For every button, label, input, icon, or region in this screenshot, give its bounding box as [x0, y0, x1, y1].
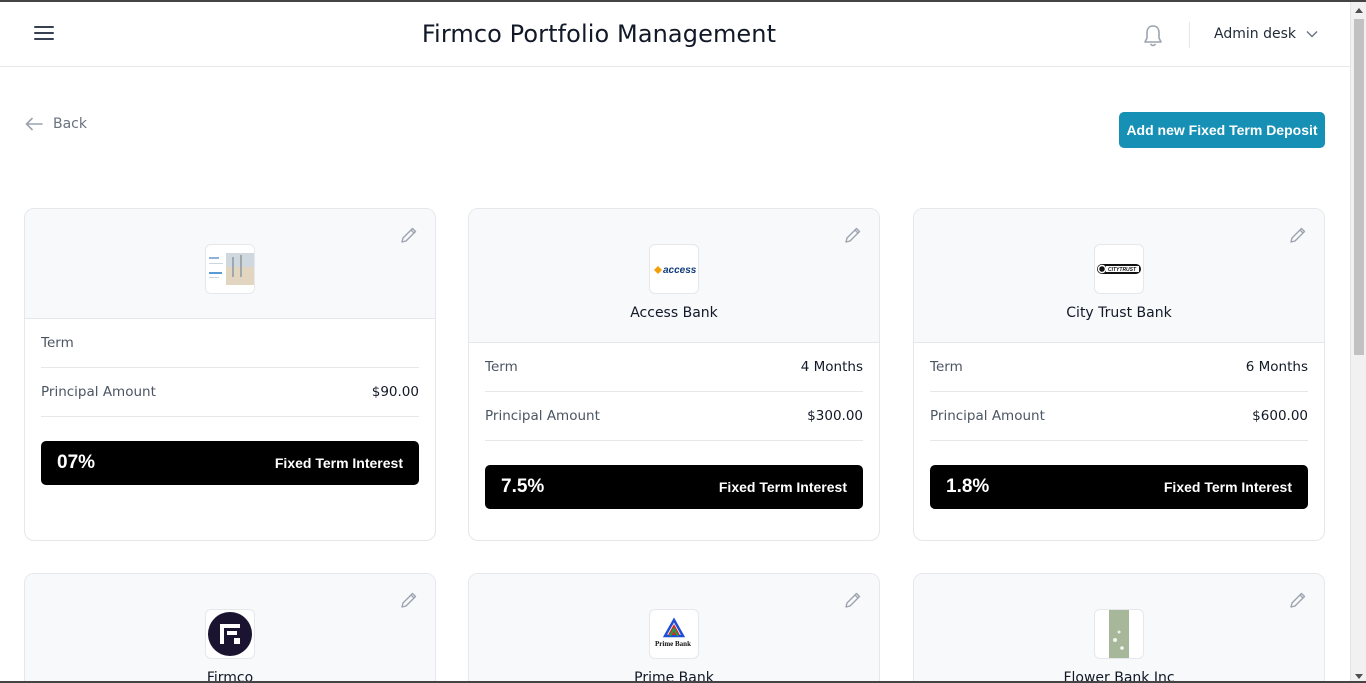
card-header: Firmco: [25, 574, 435, 683]
pencil-icon[interactable]: [1288, 225, 1308, 245]
access-logo-text: access: [663, 265, 697, 276]
term-value: 6 Months: [1245, 359, 1308, 375]
bank-logo: access: [649, 244, 699, 294]
pencil-icon[interactable]: [399, 225, 419, 245]
principal-label: Principal Amount: [485, 408, 600, 424]
principal-row: Principal Amount $300.00: [485, 392, 863, 441]
back-link[interactable]: Back: [25, 116, 87, 132]
term-row: Term: [41, 319, 419, 368]
interest-label: Fixed Term Interest: [1163, 479, 1292, 495]
app-frame: Firmco Portfolio Management Admin desk B…: [0, 0, 1366, 683]
deposit-card: access Access Bank Term 4 Months Princip…: [468, 208, 880, 541]
card-header: Flower Bank Inc: [914, 574, 1324, 683]
bank-name: Access Bank: [630, 305, 718, 321]
interest-banner: 07% Fixed Term Interest: [41, 441, 419, 485]
add-fixed-term-deposit-button[interactable]: Add new Fixed Term Deposit: [1119, 112, 1325, 148]
interest-banner: 7.5% Fixed Term Interest: [485, 465, 863, 509]
card-header: [25, 209, 435, 319]
top-header: Firmco Portfolio Management Admin desk: [0, 2, 1350, 67]
bank-name: Firmco: [206, 670, 254, 683]
scroll-up-arrow-icon[interactable]: [1355, 8, 1363, 13]
page-title: Firmco Portfolio Management: [421, 20, 777, 48]
term-label: Term: [485, 359, 518, 375]
interest-label: Fixed Term Interest: [274, 455, 403, 471]
interest-banner: 1.8% Fixed Term Interest: [930, 465, 1308, 509]
principal-label: Principal Amount: [41, 384, 156, 400]
principal-row: Principal Amount $600.00: [930, 392, 1308, 441]
interest-rate: 1.8%: [946, 476, 990, 497]
bell-icon[interactable]: [1142, 24, 1164, 48]
user-menu[interactable]: Admin desk: [1214, 26, 1318, 42]
bank-logo: Prime Bank: [649, 609, 699, 659]
bank-logo: [205, 609, 255, 659]
term-row: Term 4 Months: [485, 343, 863, 392]
pencil-icon[interactable]: [843, 225, 863, 245]
vertical-scrollbar[interactable]: [1350, 2, 1366, 681]
principal-label: Principal Amount: [930, 408, 1045, 424]
arrow-left-icon: [25, 117, 43, 131]
card-header: Prime Bank Prime Bank: [469, 574, 879, 683]
principal-row: Principal Amount $90.00: [41, 368, 419, 417]
deposit-card: Prime Bank Prime Bank: [468, 573, 880, 683]
principal-value: $600.00: [1252, 408, 1308, 424]
bank-logo: [205, 244, 255, 294]
principal-value: $300.00: [807, 408, 863, 424]
term-label: Term: [41, 335, 74, 351]
scroll-thumb[interactable]: [1354, 19, 1364, 355]
deposit-card: Firmco: [24, 573, 436, 683]
term-value: 4 Months: [800, 359, 863, 375]
term-row: Term 6 Months: [930, 343, 1308, 392]
chevron-down-icon: [1306, 31, 1318, 38]
pencil-icon[interactable]: [1288, 590, 1308, 610]
deposit-card: CITYTRUST City Trust Bank Term 6 Months …: [913, 208, 1325, 541]
bank-logo: [1094, 609, 1144, 659]
deposit-card: Flower Bank Inc: [913, 573, 1325, 683]
interest-label: Fixed Term Interest: [718, 479, 847, 495]
term-label: Term: [930, 359, 963, 375]
principal-value: $90.00: [371, 384, 419, 400]
scroll-down-arrow-icon[interactable]: [1355, 674, 1363, 679]
back-label: Back: [53, 116, 87, 132]
card-header: access Access Bank: [469, 209, 879, 343]
bank-name: Prime Bank: [634, 670, 714, 683]
bank-logo: CITYTRUST: [1094, 244, 1144, 294]
header-divider: [1189, 22, 1190, 48]
interest-rate: 7.5%: [501, 476, 545, 497]
pencil-icon[interactable]: [843, 590, 863, 610]
bank-name: City Trust Bank: [1066, 305, 1172, 321]
bank-name: Flower Bank Inc: [1063, 670, 1175, 683]
interest-rate: 07%: [57, 452, 96, 473]
city-trust-logo-text: CITYTRUST: [1108, 267, 1137, 273]
deposit-card: Term Principal Amount $90.00 07% Fixed T…: [24, 208, 436, 541]
prime-bank-logo-text: Prime Bank: [655, 640, 691, 648]
user-name: Admin desk: [1214, 26, 1296, 42]
pencil-icon[interactable]: [399, 590, 419, 610]
card-header: CITYTRUST City Trust Bank: [914, 209, 1324, 343]
